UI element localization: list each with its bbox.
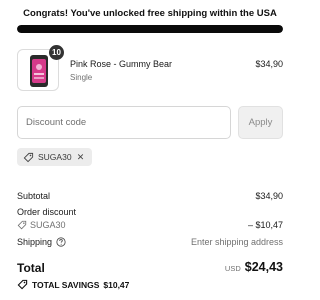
progress-fill (17, 25, 283, 33)
total-savings-value: $10,47 (103, 279, 130, 290)
free-shipping-banner: Congrats! You've unlocked free shipping … (23, 8, 277, 19)
order-discount-label-row: Order discount (17, 207, 283, 217)
product-price: $34,90 (255, 59, 283, 69)
savings-tag-icon (17, 279, 28, 290)
tag-icon (23, 152, 34, 162)
total-value-group: USD $24,43 (225, 260, 283, 274)
discount-code-input[interactable] (17, 106, 231, 139)
total-savings-row: TOTAL SAVINGS $10,47 (17, 279, 129, 290)
currency-code: USD (224, 264, 241, 273)
total-label: Total (17, 261, 45, 275)
help-icon[interactable] (56, 237, 66, 247)
discount-tag-icon (17, 220, 27, 230)
quantity-badge: 10 (49, 45, 64, 60)
subtotal-label: Subtotal (17, 191, 51, 201)
order-discount-row: SUGA30 – $10,47 (17, 220, 283, 230)
shipping-label: Shipping (17, 237, 53, 247)
product-variant: Single (70, 73, 93, 82)
free-shipping-progress-bar (17, 25, 283, 33)
shipping-row: Shipping Enter shipping address (17, 237, 283, 247)
total-amount: $24,43 (244, 260, 283, 274)
order-discount-label: Order discount (17, 207, 77, 217)
order-discount-value: – $10,47 (247, 220, 283, 230)
apply-discount-button[interactable]: Apply (238, 106, 283, 139)
shipping-value: Enter shipping address (190, 237, 283, 247)
cart-line-item: 10 Pink Rose - Gummy Bear Single $34,90 (17, 45, 283, 95)
subtotal-row: Subtotal $34,90 (17, 191, 283, 201)
remove-discount-icon[interactable]: ✕ (76, 152, 86, 162)
product-can-icon (30, 55, 48, 87)
subtotal-value: $34,90 (255, 191, 283, 201)
order-discount-code: SUGA30 (30, 220, 66, 230)
applied-discount-code: SUGA30 (38, 152, 72, 162)
total-savings-label: TOTAL SAVINGS (32, 279, 100, 290)
applied-discount-tag: SUGA30 ✕ (17, 148, 92, 166)
product-name: Pink Rose - Gummy Bear (70, 59, 173, 69)
